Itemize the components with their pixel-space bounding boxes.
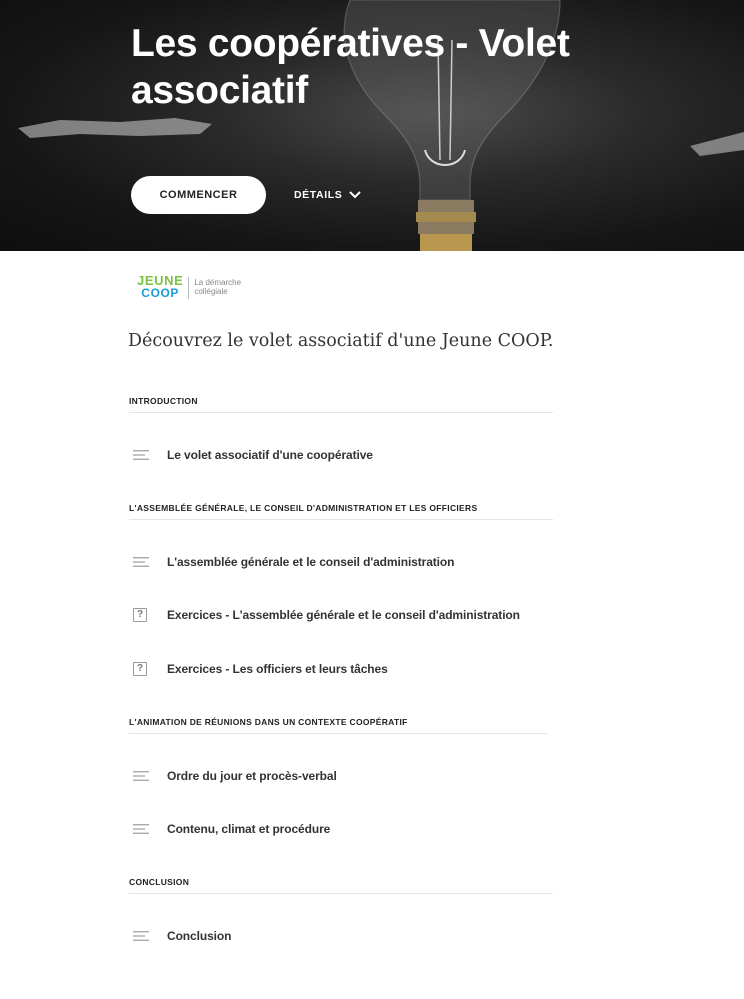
quiz-box: ? [133,608,147,622]
details-label: DÉTAILS [294,189,343,201]
text-lines-icon [133,928,155,944]
lesson-label: L'assemblée générale et le conseil d'adm… [167,555,455,569]
lesson-label: Exercices - L'assemblée générale et le c… [167,608,520,622]
lesson-item[interactable]: ? Exercices - L'assemblée générale et le… [133,604,520,626]
lesson-item[interactable]: Conclusion [133,925,231,947]
logo-coop-text: COOP [141,286,180,300]
quiz-icon: ? [133,607,155,623]
logo-divider [188,277,190,299]
text-lines-icon [133,554,155,570]
logo-tagline-line1: La démarche [194,278,242,287]
lesson-label: Contenu, climat et procédure [167,822,331,836]
text-lines-icon [133,821,155,837]
text-lines-icon [133,447,155,463]
quiz-box: ? [133,662,147,676]
section-header-conclusion: CONCLUSION [129,877,553,894]
quiz-icon: ? [133,661,155,677]
course-hero: Les coopératives - Volet associatif COMM… [0,0,744,251]
lesson-item[interactable]: Ordre du jour et procès-verbal [133,765,337,787]
section-header-assemblee: L'ASSEMBLÉE GÉNÉRALE, LE CONSEIL D'ADMIN… [129,503,553,520]
lesson-item[interactable]: ? Exercices - Les officiers et leurs tâc… [133,658,388,680]
section-header-animation: L'ANIMATION DE RÉUNIONS DANS UN CONTEXTE… [129,717,547,734]
course-title: Les coopératives - Volet associatif [131,22,570,112]
lesson-item[interactable]: Contenu, climat et procédure [133,818,330,840]
start-course-button[interactable]: COMMENCER [131,176,266,214]
lesson-label: Le volet associatif d'une coopérative [167,448,373,462]
lesson-item[interactable]: Le volet associatif d'une coopérative [133,444,373,466]
details-toggle[interactable]: DÉTAILS [294,184,362,206]
lesson-label: Ordre du jour et procès-verbal [167,769,337,783]
lesson-item[interactable]: L'assemblée générale et le conseil d'adm… [133,551,454,573]
logo-tagline-line2: collégiale [194,287,228,296]
lesson-label: Conclusion [167,929,232,943]
section-header-introduction: INTRODUCTION [129,396,553,413]
jeune-coop-logo: JEUNE COOP La démarche collégiale [137,274,241,301]
lesson-label: Exercices - Les officiers et leurs tâche… [167,662,388,676]
course-description: Découvrez le volet associatif d'une Jeun… [128,331,554,351]
chevron-down-icon [349,191,362,199]
logo-tagline: La démarche collégiale [194,275,241,296]
text-lines-icon [133,768,155,784]
